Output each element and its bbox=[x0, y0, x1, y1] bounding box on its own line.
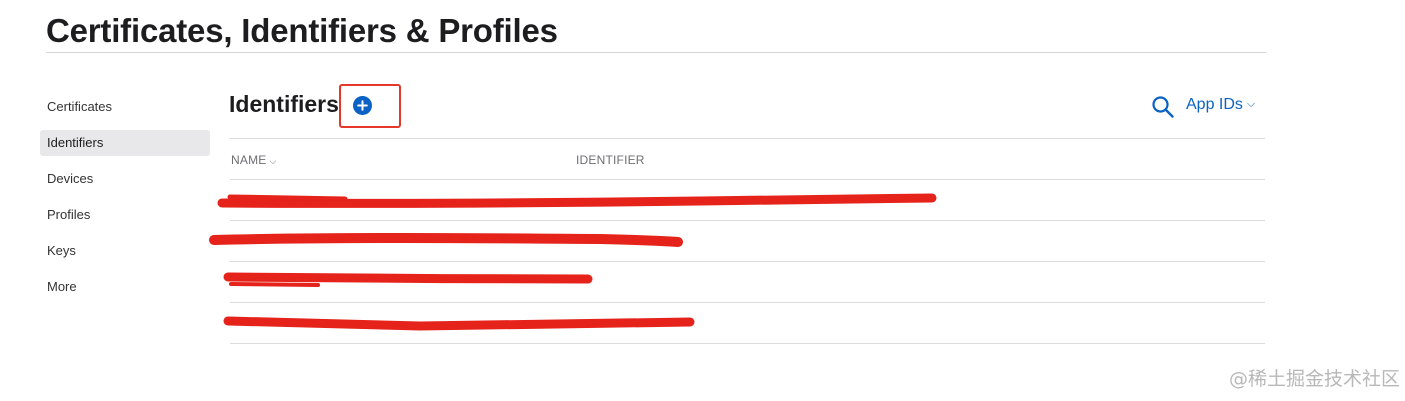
search-icon bbox=[1152, 96, 1174, 118]
sidebar-item-devices[interactable]: Devices bbox=[40, 166, 210, 192]
search-button[interactable] bbox=[1151, 95, 1175, 119]
table-row[interactable] bbox=[230, 221, 1265, 261]
table-row[interactable] bbox=[230, 262, 1265, 302]
sidebar-item-identifiers[interactable]: Identifiers bbox=[40, 130, 210, 156]
sidebar-item-profiles[interactable]: Profiles bbox=[40, 202, 210, 228]
sidebar-item-certificates[interactable]: Certificates bbox=[40, 94, 210, 120]
sidebar-item-more[interactable]: More bbox=[40, 274, 210, 300]
chevron-down-icon: ⌵ bbox=[269, 156, 277, 166]
column-header-identifier: IDENTIFIER bbox=[576, 153, 645, 167]
sidebar-item-keys[interactable]: Keys bbox=[40, 238, 210, 264]
table-row[interactable] bbox=[230, 303, 1265, 343]
column-header-name-label: NAME bbox=[231, 153, 267, 167]
page-title: Certificates, Identifiers & Profiles bbox=[46, 12, 558, 49]
title-divider bbox=[46, 52, 1267, 53]
watermark: @稀土掘金技术社区 bbox=[1229, 368, 1401, 390]
app-ids-filter-dropdown[interactable]: App IDs ⌵ bbox=[1186, 96, 1255, 114]
table-row[interactable] bbox=[230, 180, 1265, 220]
table-header: NAME ⌵ IDENTIFIER bbox=[230, 139, 1265, 179]
identifiers-table: NAME ⌵ IDENTIFIER bbox=[230, 138, 1265, 344]
column-header-name[interactable]: NAME ⌵ bbox=[231, 153, 277, 167]
annotation-highlight-box bbox=[339, 84, 401, 128]
sidebar: Certificates Identifiers Devices Profile… bbox=[40, 94, 210, 310]
chevron-down-icon: ⌵ bbox=[1246, 98, 1256, 110]
section-title: Identifiers bbox=[229, 91, 339, 117]
app-ids-filter-label: App IDs bbox=[1186, 96, 1243, 113]
table-divider bbox=[230, 343, 1265, 344]
